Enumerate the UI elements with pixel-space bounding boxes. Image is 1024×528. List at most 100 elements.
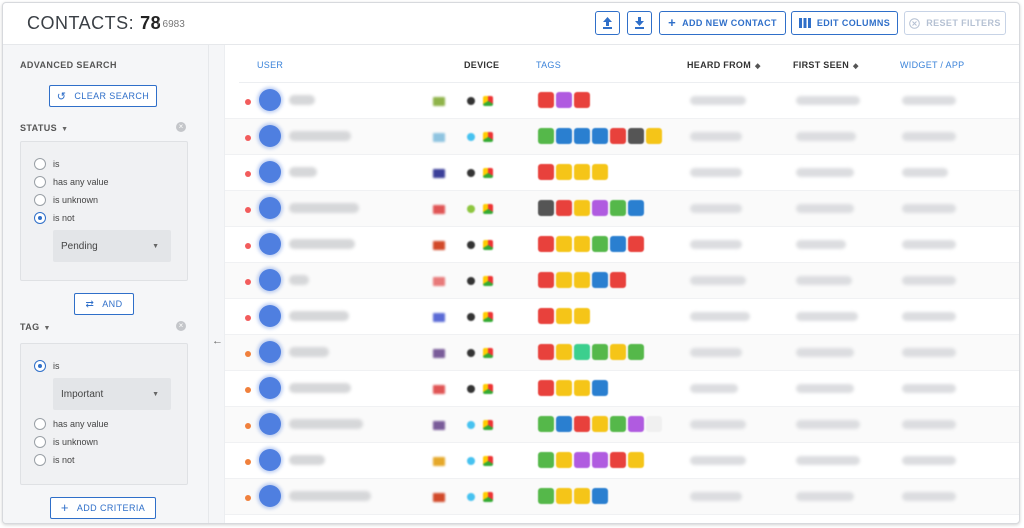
tag-chip[interactable]	[538, 308, 554, 324]
tag-chip[interactable]	[574, 308, 590, 324]
and-button[interactable]: ⇄ AND	[74, 293, 134, 315]
tag-chip[interactable]	[574, 236, 590, 252]
tag-chip[interactable]	[556, 272, 572, 288]
tag-chip[interactable]	[628, 200, 644, 216]
add-new-contact-button[interactable]: + ADD NEW CONTACT	[659, 11, 786, 35]
column-header-user[interactable]: USER	[257, 60, 283, 70]
tag-chip[interactable]	[538, 164, 554, 180]
avatar[interactable]	[259, 89, 281, 111]
tag-chip[interactable]	[592, 164, 608, 180]
contact-name-redacted[interactable]	[289, 275, 309, 285]
tag-chip[interactable]	[610, 272, 626, 288]
tag-chip[interactable]	[628, 452, 644, 468]
tag-chip[interactable]	[556, 164, 572, 180]
tag-chip[interactable]	[574, 92, 590, 108]
status-option-is-unknown[interactable]: is unknown	[34, 193, 98, 207]
tag-chip[interactable]	[538, 380, 554, 396]
tag-chip[interactable]	[592, 488, 608, 504]
table-row[interactable]	[225, 227, 1019, 263]
tag-chip[interactable]	[628, 236, 644, 252]
avatar[interactable]	[259, 125, 281, 147]
tag-chip[interactable]	[538, 128, 554, 144]
tag-chip[interactable]	[538, 272, 554, 288]
status-option-has-any-value[interactable]: has any value	[34, 175, 109, 189]
tag-chip[interactable]	[592, 128, 608, 144]
avatar[interactable]	[259, 377, 281, 399]
tag-chip[interactable]	[556, 92, 572, 108]
tag-value-select[interactable]: Important ▼	[53, 378, 171, 410]
column-header-first-seen[interactable]: FIRST SEEN ◆	[793, 60, 859, 70]
tag-chip[interactable]	[574, 344, 590, 360]
avatar[interactable]	[259, 197, 281, 219]
tag-chip[interactable]	[592, 200, 608, 216]
tag-chip[interactable]	[592, 416, 608, 432]
tag-chip[interactable]	[556, 200, 572, 216]
tag-chip[interactable]	[538, 92, 554, 108]
tag-chip[interactable]	[556, 344, 572, 360]
tag-chip[interactable]	[556, 380, 572, 396]
table-row[interactable]	[225, 83, 1019, 119]
tag-chip[interactable]	[610, 200, 626, 216]
avatar[interactable]	[259, 161, 281, 183]
sidebar-collapse-handle[interactable]: ←	[209, 45, 225, 523]
remove-tag-filter-icon[interactable]: ×	[176, 321, 186, 331]
column-header-widget-app[interactable]: WIDGET / APP	[900, 60, 964, 70]
tag-chip[interactable]	[538, 200, 554, 216]
tag-chip[interactable]	[574, 272, 590, 288]
avatar[interactable]	[259, 485, 281, 507]
tag-chip[interactable]	[556, 308, 572, 324]
tag-chip[interactable]	[574, 380, 590, 396]
avatar[interactable]	[259, 341, 281, 363]
column-header-tags[interactable]: TAGS	[536, 60, 561, 70]
clear-search-button[interactable]: ↺ CLEAR SEARCH	[49, 85, 157, 107]
table-row[interactable]	[225, 479, 1019, 515]
contact-name-redacted[interactable]	[289, 203, 359, 213]
tag-chip[interactable]	[610, 416, 626, 432]
status-filter-label[interactable]: STATUS ▼	[20, 123, 68, 133]
tag-chip[interactable]	[628, 416, 644, 432]
table-row[interactable]	[225, 191, 1019, 227]
tag-option-is-not[interactable]: is not	[34, 453, 75, 467]
tag-chip[interactable]	[646, 416, 662, 432]
avatar[interactable]	[259, 305, 281, 327]
table-row[interactable]	[225, 299, 1019, 335]
tag-chip[interactable]	[538, 452, 554, 468]
status-option-is[interactable]: is	[34, 157, 60, 171]
tag-chip[interactable]	[592, 236, 608, 252]
tag-chip[interactable]	[574, 488, 590, 504]
contact-name-redacted[interactable]	[289, 383, 351, 393]
tag-chip[interactable]	[556, 452, 572, 468]
tag-chip[interactable]	[538, 236, 554, 252]
tag-chip[interactable]	[592, 344, 608, 360]
contact-name-redacted[interactable]	[289, 239, 355, 249]
contact-name-redacted[interactable]	[289, 347, 329, 357]
table-row[interactable]	[225, 335, 1019, 371]
reset-filters-button[interactable]: RESET FILTERS	[904, 11, 1006, 35]
table-row[interactable]	[225, 263, 1019, 299]
tag-chip[interactable]	[574, 200, 590, 216]
table-row[interactable]	[225, 155, 1019, 191]
tag-filter-label[interactable]: TAG ▼	[20, 322, 51, 332]
contact-name-redacted[interactable]	[289, 419, 363, 429]
contact-name-redacted[interactable]	[289, 311, 349, 321]
avatar[interactable]	[259, 413, 281, 435]
column-header-heard-from[interactable]: HEARD FROM ◆	[687, 60, 761, 70]
table-row[interactable]	[225, 407, 1019, 443]
upload-button[interactable]	[595, 11, 620, 35]
contact-name-redacted[interactable]	[289, 167, 317, 177]
tag-chip[interactable]	[610, 128, 626, 144]
avatar[interactable]	[259, 233, 281, 255]
tag-chip[interactable]	[574, 452, 590, 468]
tag-option-is-unknown[interactable]: is unknown	[34, 435, 98, 449]
scrollbar[interactable]	[1010, 48, 1016, 523]
avatar[interactable]	[259, 449, 281, 471]
tag-chip[interactable]	[556, 236, 572, 252]
tag-chip[interactable]	[610, 236, 626, 252]
contact-name-redacted[interactable]	[289, 455, 325, 465]
tag-chip[interactable]	[628, 128, 644, 144]
add-criteria-button[interactable]: + ADD CRITERIA	[50, 497, 156, 519]
table-row[interactable]	[225, 371, 1019, 407]
tag-chip[interactable]	[628, 344, 644, 360]
tag-chip[interactable]	[574, 128, 590, 144]
tag-option-is[interactable]: is	[34, 359, 60, 373]
